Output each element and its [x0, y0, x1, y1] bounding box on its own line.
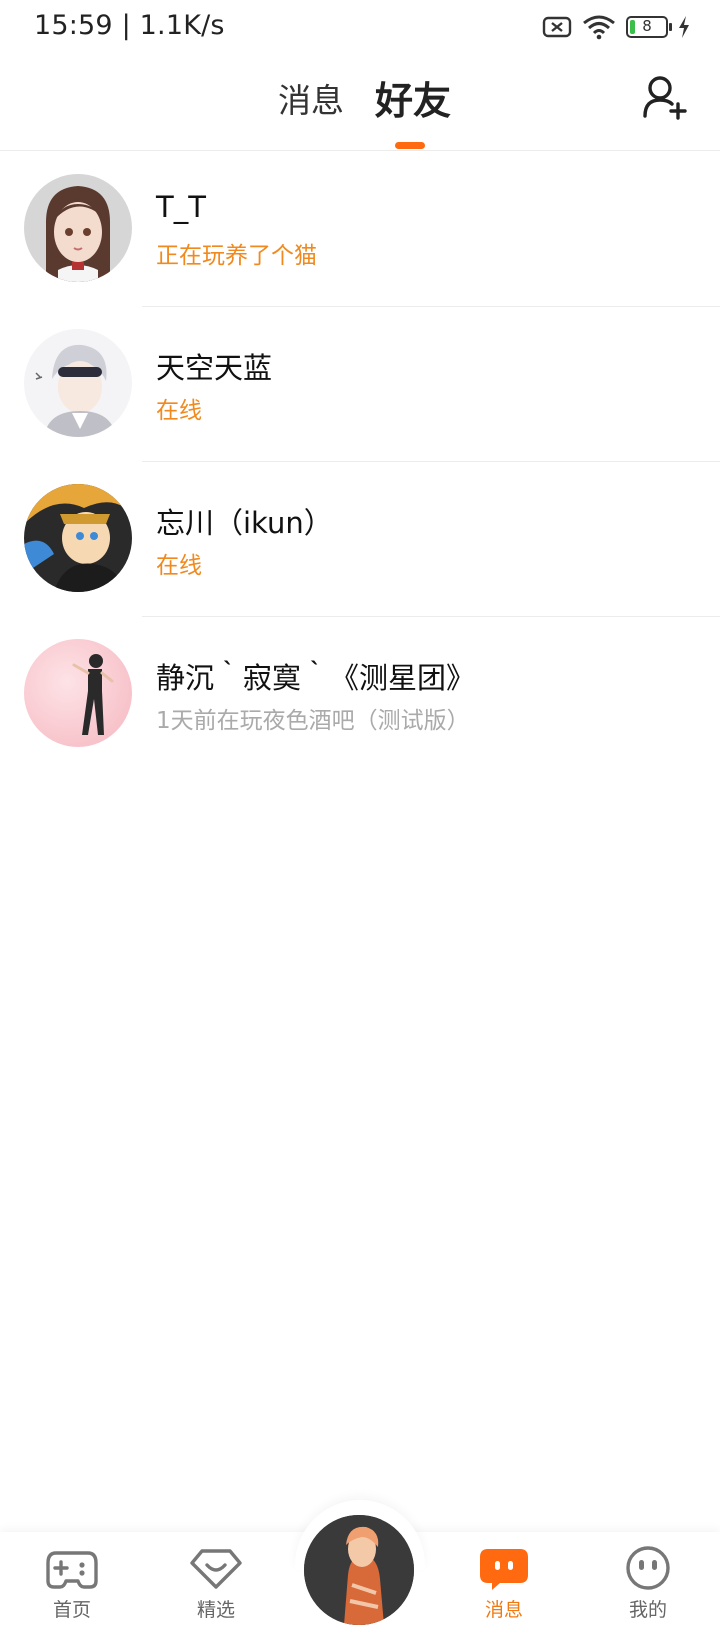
battery-level: 8 [642, 17, 652, 35]
heart-diamond-icon [190, 1549, 242, 1589]
friend-item[interactable]: 静沉｀寂寞｀《测星团》 1天前在玩夜色酒吧（测试版） [0, 617, 720, 772]
battery-icon: 8 [626, 16, 672, 38]
nav-selected[interactable]: 精选 [166, 1545, 266, 1622]
wifi-icon [583, 15, 615, 40]
status-bar: 15:59 | 1.1K/s 8 [0, 0, 720, 52]
tab-messages[interactable]: 消息 [278, 74, 344, 122]
smiley-face-icon [626, 1546, 670, 1590]
nav-messages[interactable]: 消息 [454, 1545, 554, 1622]
friend-name: T_T [156, 190, 206, 224]
nav-label: 消息 [484, 1599, 523, 1621]
avatar[interactable] [24, 484, 132, 592]
friend-item[interactable]: T_T 正在玩养了个猫 [0, 152, 720, 307]
nav-label: 精选 [196, 1599, 235, 1621]
nav-me[interactable]: 我的 [598, 1545, 698, 1622]
avatar[interactable] [24, 639, 132, 747]
nav-home[interactable]: 首页 [22, 1545, 122, 1622]
nav-label: 首页 [52, 1599, 91, 1621]
tab-friends[interactable]: 好友 [375, 70, 451, 125]
charging-icon [679, 16, 689, 38]
character-avatar [304, 1515, 414, 1625]
friend-name: 静沉｀寂寞｀《测星团》 [156, 661, 476, 695]
gamepad-icon [46, 1551, 98, 1589]
add-user-icon[interactable] [642, 74, 688, 120]
friend-name: 忘川（ikun） [156, 506, 333, 540]
status-time: 15:59 | 1.1K/s [34, 10, 225, 41]
friend-item[interactable]: 忘川（ikun） 在线 [0, 462, 720, 617]
status-icons: 8 [542, 12, 690, 42]
active-tab-indicator [395, 142, 425, 149]
friend-status: 正在玩养了个猫 [156, 243, 317, 269]
sim-disabled-icon [542, 16, 572, 38]
nav-label: 我的 [628, 1599, 667, 1621]
chat-bubble-icon [480, 1549, 528, 1590]
avatar[interactable] [24, 174, 132, 282]
friend-item[interactable]: 天空天蓝 在线 [0, 307, 720, 462]
friend-status: 在线 [156, 553, 202, 579]
header: 消息 好友 [0, 52, 720, 151]
friend-name: 天空天蓝 [156, 351, 273, 385]
avatar[interactable] [24, 329, 132, 437]
friend-status: 在线 [156, 398, 202, 424]
friend-status: 1天前在玩夜色酒吧（测试版） [156, 708, 470, 734]
center-avatar-button[interactable] [304, 1515, 414, 1625]
